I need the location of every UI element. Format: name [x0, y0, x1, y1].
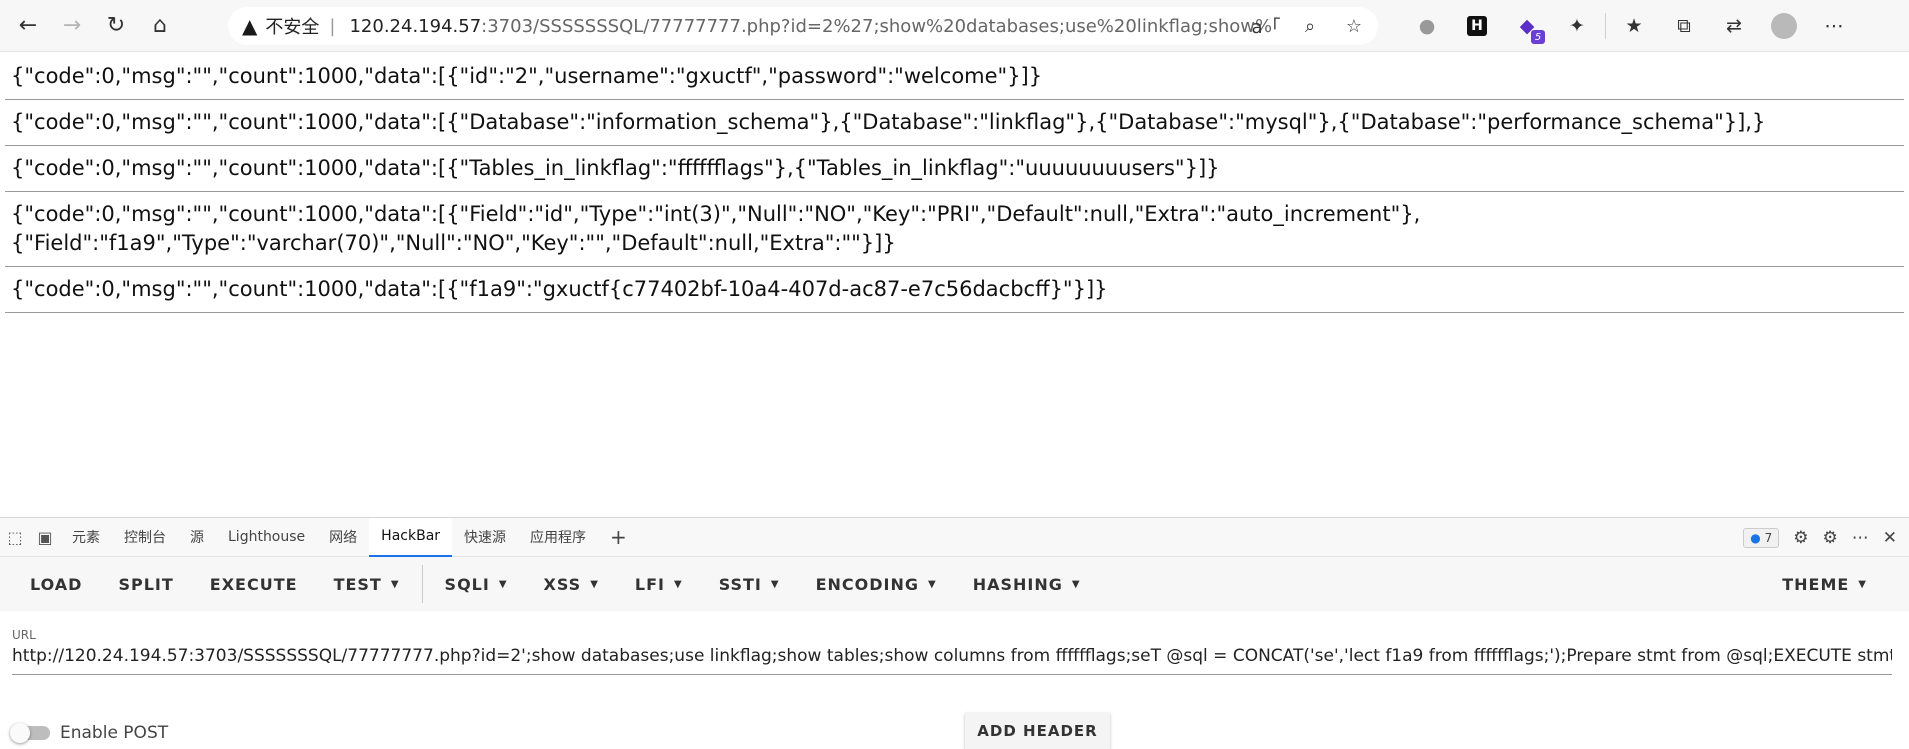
favorites-icon[interactable]: ★: [1612, 8, 1656, 44]
browser-toolbar: ← → ↻ ⌂ ▲ 不安全 | 120.24.194.57 :3703/SSSS…: [0, 0, 1909, 52]
sync-icon[interactable]: ⇄: [1712, 8, 1756, 44]
devtools-tab-bar: ⬚ ▣ 元素 控制台 源 Lighthouse 网络 HackBar 快速源 应…: [0, 517, 1909, 557]
address-bar[interactable]: ▲ 不安全 | 120.24.194.57 :3703/SSSSSSSQL/77…: [228, 7, 1378, 45]
menu-divider: [421, 565, 423, 603]
device-toolbar-icon[interactable]: ▣: [30, 528, 60, 547]
extension-circle-icon[interactable]: ●: [1405, 8, 1449, 44]
toolbar-divider: [1605, 13, 1606, 39]
chevron-down-icon: ▼: [928, 578, 937, 590]
tab-lighthouse[interactable]: Lighthouse: [216, 518, 317, 557]
more-options-icon[interactable]: ⋯: [1852, 528, 1869, 548]
chevron-down-icon: ▼: [590, 578, 599, 590]
extension-cube-icon[interactable]: ◆ 5: [1505, 8, 1549, 44]
ssti-label: SSTI: [718, 574, 762, 594]
address-separator: |: [329, 15, 336, 37]
hackbar-url-field: URL http://120.24.194.57:3703/SSSSSSSQL/…: [12, 628, 1892, 675]
chevron-down-icon: ▼: [390, 578, 400, 590]
tab-network[interactable]: 网络: [317, 518, 369, 557]
url-host: 120.24.194.57: [349, 15, 482, 37]
sqli-dropdown[interactable]: SQLI ▼: [427, 564, 526, 604]
enable-post-label: Enable POST: [60, 723, 169, 743]
hackbar-extension-icon[interactable]: H: [1467, 16, 1487, 36]
hackbar-menu: LOAD SPLIT EXECUTE TEST ▼ SQLI ▼ XSS ▼ LFI ▼…: [0, 557, 1909, 611]
message-count: 7: [1764, 530, 1773, 545]
tab-quick-source[interactable]: 快速源: [452, 518, 518, 557]
message-icon: ●: [1750, 530, 1761, 545]
response-line: {"code":0,"msg":"","count":1000,"data":[…: [5, 146, 1904, 192]
message-count-badge[interactable]: ● 7: [1743, 527, 1780, 548]
execute-button[interactable]: EXECUTE: [192, 564, 316, 604]
url-path: :3703/SSSSSSSQL/77777777.php?id=2%27;sho…: [481, 15, 1272, 37]
settings-gear-icon[interactable]: ⚙: [1793, 528, 1808, 548]
encoding-dropdown[interactable]: ENCODING ▼: [798, 564, 955, 604]
tab-elements[interactable]: 元素: [60, 518, 112, 557]
add-tab-icon[interactable]: +: [598, 518, 639, 557]
theme-dropdown[interactable]: THEME ▼: [1764, 564, 1885, 604]
warning-icon: ▲: [242, 14, 258, 38]
test-label: TEST: [333, 574, 382, 594]
back-arrow-icon[interactable]: ←: [6, 4, 50, 48]
add-header-button[interactable]: ADD HEADER: [965, 713, 1110, 749]
theme-label: THEME: [1782, 574, 1850, 594]
load-button[interactable]: LOAD: [12, 564, 100, 604]
inspect-element-icon[interactable]: ⬚: [0, 528, 30, 547]
chevron-down-icon: ▼: [1071, 578, 1081, 590]
reload-icon[interactable]: ↻: [94, 4, 138, 48]
chevron-down-icon: ▼: [1858, 578, 1867, 590]
url-input[interactable]: http://120.24.194.57:3703/SSSSSSSQL/7777…: [12, 646, 1892, 675]
chevron-down-icon: ▼: [673, 578, 683, 590]
chevron-down-icon: ▼: [498, 578, 508, 590]
test-dropdown[interactable]: TEST ▼: [316, 564, 418, 604]
customize-icon[interactable]: ⚙: [1823, 528, 1838, 548]
extension-badge: 5: [1531, 30, 1545, 44]
tab-sources[interactable]: 源: [178, 518, 216, 557]
response-line: {"code":0,"msg":"","count":1000,"data":[…: [5, 267, 1904, 313]
xss-label: XSS: [543, 574, 582, 594]
add-favorite-icon[interactable]: ☆: [1338, 11, 1370, 41]
read-aloud-icon[interactable]: a「: [1250, 11, 1282, 41]
extensions-puzzle-icon[interactable]: ✦: [1555, 8, 1599, 44]
devtools-panel: ⬚ ▣ 元素 控制台 源 Lighthouse 网络 HackBar 快速源 应…: [0, 517, 1909, 749]
tab-console[interactable]: 控制台: [112, 518, 178, 557]
response-line: {"code":0,"msg":"","count":1000,"data":[…: [5, 192, 1904, 267]
close-icon[interactable]: ✕: [1883, 528, 1897, 548]
response-line: {"code":0,"msg":"","count":1000,"data":[…: [5, 100, 1904, 146]
lfi-label: LFI: [634, 574, 665, 594]
url-label: URL: [12, 628, 36, 642]
chevron-down-icon: ▼: [770, 578, 780, 590]
zoom-icon[interactable]: ⌕: [1294, 11, 1326, 41]
lfi-dropdown[interactable]: LFI ▼: [617, 564, 701, 604]
page-content: {"code":0,"msg":"","count":1000,"data":[…: [0, 52, 1909, 313]
home-icon[interactable]: ⌂: [138, 4, 182, 48]
forward-arrow-icon[interactable]: →: [50, 4, 94, 48]
tab-hackbar[interactable]: HackBar: [369, 517, 453, 557]
enable-post-toggle-row: Enable POST: [10, 723, 169, 743]
profile-avatar[interactable]: [1771, 13, 1797, 39]
insecure-label: 不安全: [265, 17, 320, 38]
hashing-dropdown[interactable]: HASHING ▼: [955, 564, 1099, 604]
more-menu-icon[interactable]: ⋯: [1812, 8, 1856, 44]
encoding-label: ENCODING: [815, 574, 920, 594]
ssti-dropdown[interactable]: SSTI ▼: [701, 564, 798, 604]
split-button[interactable]: SPLIT: [100, 564, 191, 604]
sqli-label: SQLI: [444, 574, 490, 594]
hashing-label: HASHING: [972, 574, 1063, 594]
collections-icon[interactable]: ⧉: [1662, 8, 1706, 44]
xss-dropdown[interactable]: XSS ▼: [526, 564, 617, 604]
tab-application[interactable]: 应用程序: [518, 518, 598, 557]
response-line: {"code":0,"msg":"","count":1000,"data":[…: [5, 52, 1904, 100]
